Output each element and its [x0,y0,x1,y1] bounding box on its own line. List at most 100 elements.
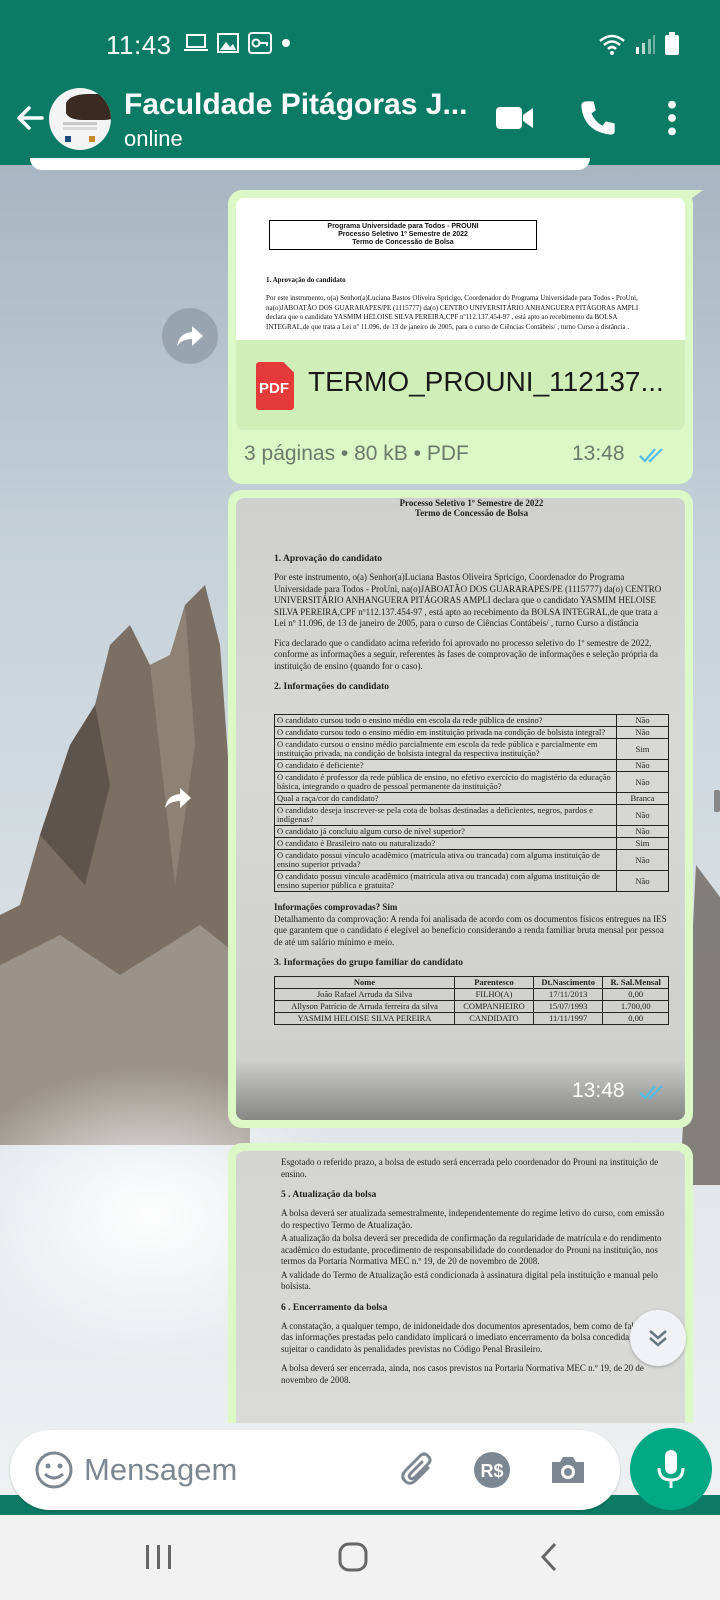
photo-header-line: Termo de Concessão de Bolsa [414,508,529,518]
forward-icon [165,788,191,808]
previous-message-edge [30,158,590,170]
message-input[interactable] [84,1444,394,1496]
read-receipt-icon [639,448,663,463]
emoji-icon[interactable] [34,1450,74,1490]
photo-paragraph: A validade do Termo de Atualização está … [281,1269,658,1292]
candidate-question: Qual a raça/cor do candidato? [274,792,617,805]
avatar-logos [65,136,95,142]
candidate-info-row: O candidato é deficiente? Não [274,759,669,772]
payment-icon[interactable]: R$ [472,1450,512,1490]
document-photo-message[interactable]: Processo Seletivo 1º Semestre de 2022 Te… [228,490,693,1128]
candidate-info-row: O candidato é Brasileiro nato ou natural… [274,837,669,850]
voice-message-button[interactable] [630,1428,712,1510]
document-photo[interactable]: Esgotado o referido prazo, a bolsa de es… [236,1151,685,1423]
pdf-file-icon: PDF [256,362,294,410]
candidate-info-row: O candidato possui vínculo acadêmico (ma… [274,870,669,892]
chat-app-bar: Faculdade Pitágoras J... online [0,88,720,165]
candidate-answer: Não [616,726,669,739]
family-header-cell: Parentesco [454,976,534,989]
scroll-indicator[interactable] [714,790,720,812]
status-system-icons [598,32,680,56]
contact-status: online [124,126,183,151]
back-arrow-icon[interactable] [12,100,48,136]
message-time: 13:48 [572,442,625,465]
candidate-question: O candidato já concluiu algum curso de n… [274,825,617,838]
video-call-icon[interactable] [495,98,535,138]
candidate-answer: Não [616,870,669,892]
forward-button[interactable] [162,308,218,364]
candidate-question: O candidato cursou o ensino médio parcia… [274,738,617,760]
double-chevron-down-icon [649,1330,667,1347]
candidate-question: O candidato é deficiente? [274,759,617,772]
scroll-to-bottom-button[interactable] [630,1310,686,1366]
read-receipt-icon [639,1085,663,1100]
candidate-question: O candidato cursou todo o ensino médio e… [274,726,617,739]
file-name: TERMO_PROUNI_112137... [308,366,664,397]
family-cell: João Rafael Arruda da Silva [273,988,456,1001]
status-notification-icons [184,32,291,54]
pdf-icon-label: PDF [259,380,289,397]
phone-call-icon[interactable] [578,98,618,138]
dot-icon [282,39,290,47]
family-header-cell: Dt.Nascimento [532,976,604,989]
photo-header-line: Processo Seletivo 1º Semestre de 2022 [399,498,544,508]
more-options-icon[interactable] [652,98,692,138]
photo-paragraph: A bolsa deverá ser atualizada semestralm… [281,1208,665,1230]
candidate-question: O candidato é professor da rede pública … [274,771,617,793]
candidate-info-row: O candidato é professor da rede pública … [274,771,669,793]
home-icon[interactable] [328,1537,378,1577]
candidate-question: O candidato deseja inscrever-se pela cot… [274,804,617,826]
candidate-question: O candidato possui vínculo acadêmico (ma… [274,849,617,871]
pdf-header-line: Programa Universidade para Todos - PROUN… [327,223,479,230]
message-time: 13:48 [572,1079,625,1102]
photo-paragraph-2: Fica declarado que o candidato acima ref… [274,637,658,671]
family-header-cell: R. Sal.Mensal [602,976,669,989]
photo-header: Processo Seletivo 1º Semestre de 2022 Te… [274,498,669,518]
candidate-info-row: O candidato cursou o ensino médio parcia… [274,738,669,760]
pdf-file-message[interactable]: Programa Universidade para Todos - PROUN… [228,190,703,484]
candidate-answer: Não [616,804,669,826]
contact-avatar[interactable] [49,88,111,150]
family-cell: 0,00 [602,988,669,1001]
family-cell: Allyson Patrício de Arruda ferreira da s… [273,1000,456,1013]
candidate-info-row: O candidato cursou todo o ensino médio e… [274,726,669,739]
photo-section-3: 3. Informações do grupo familiar do cand… [274,958,464,968]
candidate-info-row: O candidato possui vínculo acadêmico (ma… [274,849,669,871]
family-cell: 15/07/1993 [532,1000,604,1013]
photo-section-6: 6 . Encerramento da bolsa [281,1302,388,1313]
photo-paragraph: A constatação, a qualquer tempo, de inid… [281,1320,662,1354]
battery-icon [665,32,679,55]
photo-paragraph: Esgotado o referido prazo, a bolsa de es… [281,1157,659,1179]
document-photo[interactable]: Processo Seletivo 1º Semestre de 2022 Te… [236,498,685,1120]
photo-paragraph: A bolsa deverá ser encerrada, ainda, nos… [281,1363,644,1385]
photo-paragraph: A atualização da bolsa deverá ser preced… [281,1233,662,1266]
microphone-icon [657,1450,685,1488]
candidate-answer: Sim [616,738,669,760]
vpn-key-icon [248,32,272,54]
candidate-question: O candidato possui vínculo acadêmico (ma… [274,870,617,892]
laptop-icon [184,34,208,51]
pdf-header-box: Programa Universidade para Todos - PROUN… [269,220,537,250]
photo-section-2: 2. Informações do candidato [274,682,390,692]
system-navigation-bar [0,1515,720,1600]
candidate-question: O candidato cursou todo o ensino médio e… [274,714,617,727]
contact-name[interactable]: Faculdade Pitágoras J... [124,88,467,122]
pdf-preview-thumbnail[interactable]: Programa Universidade para Todos - PROUN… [236,198,685,340]
family-table: Nome Parentesco Dt.Nascimento R. Sal.Mensal… [273,976,669,1025]
avatar-photo [66,94,111,120]
back-nav-icon[interactable] [524,1537,574,1577]
candidate-answer: Não [616,849,669,871]
photo-info-line: Informações comprovadas? Sim [274,902,398,912]
forward-button[interactable] [150,770,206,826]
candidate-answer: Não [616,825,669,838]
document-photo-message[interactable]: Esgotado o referido prazo, a bolsa de es… [228,1143,693,1423]
attach-icon[interactable] [398,1450,438,1490]
candidate-answer: Não [616,759,669,772]
image-icon [217,33,239,53]
file-info-row[interactable]: PDF TERMO_PROUNI_112137... [236,340,685,430]
candidate-info-table: O candidato cursou todo o ensino médio e… [274,714,669,892]
camera-icon[interactable] [548,1450,588,1490]
family-row: YASMIM HELOISE SILVA PEREIRA CANDIDATO 11/… [273,1012,669,1025]
recent-apps-icon[interactable] [134,1537,184,1577]
pdf-section-heading: 1. Aprovação do candidato [266,276,346,284]
